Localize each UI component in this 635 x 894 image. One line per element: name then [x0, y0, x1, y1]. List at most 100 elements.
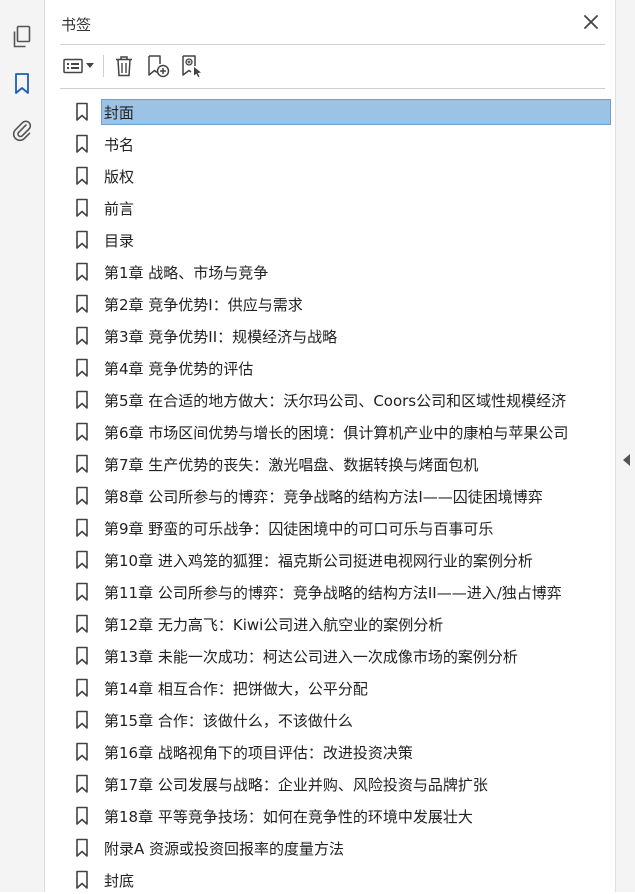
bookmark-item-icon: [71, 581, 93, 603]
bookmark-item-icon: [71, 325, 93, 347]
bookmark-item-icon: [71, 517, 93, 539]
bookmark-item-icon: [71, 389, 93, 411]
bookmark-item-icon: [71, 101, 93, 123]
new-bookmark-button[interactable]: [145, 52, 171, 80]
bookmark-item[interactable]: 书名: [71, 130, 611, 158]
bookmark-item[interactable]: 目录: [71, 226, 611, 254]
chevron-left-icon: [622, 454, 630, 466]
bookmark-item[interactable]: 第13章 未能一次成功：柯达公司进入一次成像市场的案例分析: [71, 642, 611, 670]
bookmark-item[interactable]: 第8章 公司所参与的博弈：竞争战略的结构方法I——囚徒困境博弈: [71, 482, 611, 510]
close-icon: [584, 15, 598, 29]
chevron-down-icon: [85, 63, 94, 68]
bookmark-item-icon: [71, 421, 93, 443]
bookmark-item-icon: [71, 261, 93, 283]
bookmark-item-label: 封底: [104, 872, 135, 890]
bookmark-item-label: 第12章 无力高飞：Kiwi公司进入航空业的案例分析: [104, 616, 444, 634]
bookmarks-panel-button[interactable]: [9, 71, 35, 97]
bookmark-item-icon: [71, 613, 93, 635]
bookmark-item-icon: [71, 773, 93, 795]
bookmark-item-label: 第8章 公司所参与的博弈：竞争战略的结构方法I——囚徒困境博弈: [104, 488, 543, 506]
bookmark-item[interactable]: 封底: [71, 866, 611, 894]
bookmark-item-label: 第7章 生产优势的丧失：激光唱盘、数据转换与烤面包机: [104, 456, 479, 474]
bookmark-item-label: 第6章 市场区间优势与增长的困境：俱计算机产业中的康柏与苹果公司: [104, 424, 569, 442]
bookmark-item[interactable]: 第4章 竞争优势的评估: [71, 354, 611, 382]
bookmark-item-icon: [71, 549, 93, 571]
bookmark-item-label: 版权: [104, 168, 135, 186]
bookmarks-toolbar: [59, 52, 599, 80]
panel-title: 书签: [61, 16, 92, 34]
bookmark-item[interactable]: 第9章 野蛮的可乐战争：囚徒困境中的可口可乐与百事可乐: [71, 514, 611, 542]
bookmark-item[interactable]: 第17章 公司发展与战略：企业并购、风险投资与品牌扩张: [71, 770, 611, 798]
bookmark-item[interactable]: 第3章 竞争优势II：规模经济与战略: [71, 322, 611, 350]
bookmark-item-label: 目录: [104, 232, 135, 250]
bookmark-item-label: 第4章 竞争优势的评估: [104, 360, 254, 378]
bookmark-item-label: 第11章 公司所参与的博弈：竞争战略的结构方法II——进入/独占博弈: [104, 584, 562, 602]
bookmark-item-label: 第3章 竞争优势II：规模经济与战略: [104, 328, 338, 346]
bookmark-item-label: 第13章 未能一次成功：柯达公司进入一次成像市场的案例分析: [104, 648, 518, 666]
bookmark-item-icon: [71, 229, 93, 251]
bookmark-item-icon: [71, 645, 93, 667]
bookmark-item[interactable]: 附录A 资源或投资回报率的度量方法: [71, 834, 611, 862]
bookmark-item-label: 第1章 战略、市场与竞争: [104, 264, 269, 282]
toolbar-divider: [60, 88, 605, 89]
bookmark-item-icon: [71, 293, 93, 315]
bookmark-structure-icon: [182, 55, 201, 77]
bookmark-item-label: 前言: [104, 200, 135, 218]
bookmark-item[interactable]: 版权: [71, 162, 611, 190]
bookmark-item-label: 书名: [104, 136, 135, 154]
collapse-panel-handle[interactable]: [620, 452, 632, 468]
bookmark-item[interactable]: 第5章 在合适的地方做大：沃尔玛公司、Coors公司和区域性规模经济: [71, 386, 611, 414]
bookmark-item-icon: [71, 133, 93, 155]
bookmark-item-label: 第9章 野蛮的可乐战争：囚徒困境中的可口可乐与百事可乐: [104, 520, 494, 538]
bookmark-item[interactable]: 第2章 竞争优势I：供应与需求: [71, 290, 611, 318]
bookmark-item-icon: [71, 709, 93, 731]
bookmark-item-label: 第16章 战略视角下的项目评估：改进投资决策: [104, 744, 413, 762]
bookmark-item-label: 第14章 相互合作：把饼做大，公平分配: [104, 680, 368, 698]
bookmark-item-icon: [71, 837, 93, 859]
bookmark-item-icon: [71, 357, 93, 379]
bookmark-item-icon: [71, 453, 93, 475]
attachments-panel-button[interactable]: [9, 117, 35, 143]
bookmark-item-icon: [71, 165, 93, 187]
list-options-icon: [62, 58, 83, 74]
bookmark-item-label: 第10章 进入鸡笼的狐狸：福克斯公司挺进电视网行业的案例分析: [104, 552, 533, 570]
bookmark-item[interactable]: 第11章 公司所参与的博弈：竞争战略的结构方法II——进入/独占博弈: [71, 578, 611, 606]
bookmark-icon: [15, 73, 29, 94]
bookmark-item-label: 第18章 平等竞争技场：如何在竞争性的环境中发展壮大: [104, 808, 473, 826]
bookmark-item[interactable]: 第15章 合作：该做什么，不该做什么: [71, 706, 611, 734]
bookmark-item-icon: [71, 741, 93, 763]
bookmark-item-icon: [71, 485, 93, 507]
bookmark-item[interactable]: 第7章 生产优势的丧失：激光唱盘、数据转换与烤面包机: [71, 450, 611, 478]
bookmark-item-icon: [71, 197, 93, 219]
bookmark-item-label: 第15章 合作：该做什么，不该做什么: [104, 712, 353, 730]
bookmark-item-label: 附录A 资源或投资回报率的度量方法: [104, 840, 345, 858]
bookmark-item-icon: [71, 869, 93, 891]
bookmark-item[interactable]: 第16章 战略视角下的项目评估：改进投资决策: [71, 738, 611, 766]
options-menu-button[interactable]: [59, 52, 97, 80]
bookmark-item[interactable]: 第14章 相互合作：把饼做大，公平分配: [71, 674, 611, 702]
bookmark-item[interactable]: 封面: [71, 98, 611, 126]
attachment-icon: [12, 120, 32, 142]
navigation-rail: [0, 0, 45, 892]
bookmark-item[interactable]: 第18章 平等竞争技场：如何在竞争性的环境中发展壮大: [71, 802, 611, 830]
bookmark-item[interactable]: 前言: [71, 194, 611, 222]
new-bookmark-from-structure-button[interactable]: [179, 52, 205, 80]
bookmark-item-label: 第17章 公司发展与战略：企业并购、风险投资与品牌扩张: [104, 776, 488, 794]
delete-bookmark-button[interactable]: [111, 52, 137, 80]
bookmark-item-label: 第2章 竞争优势I：供应与需求: [104, 296, 303, 314]
bookmark-item[interactable]: 第1章 战略、市场与竞争: [71, 258, 611, 286]
bookmark-item[interactable]: 第6章 市场区间优势与增长的困境：俱计算机产业中的康柏与苹果公司: [71, 418, 611, 446]
close-panel-button[interactable]: [581, 12, 601, 32]
trash-icon: [116, 56, 132, 77]
header-divider: [60, 44, 605, 45]
bookmark-item[interactable]: 第10章 进入鸡笼的狐狸：福克斯公司挺进电视网行业的案例分析: [71, 546, 611, 574]
bookmark-item-icon: [71, 677, 93, 699]
bookmark-item-label: 封面: [100, 99, 611, 125]
bookmark-item[interactable]: 第12章 无力高飞：Kiwi公司进入航空业的案例分析: [71, 610, 611, 638]
add-bookmark-icon: [148, 55, 170, 78]
pages-panel-button[interactable]: [9, 24, 35, 50]
bookmark-item-label: 第5章 在合适的地方做大：沃尔玛公司、Coors公司和区域性规模经济: [104, 392, 567, 410]
pages-icon: [13, 25, 31, 48]
bookmark-item-icon: [71, 805, 93, 827]
toolbar-separator: [103, 55, 104, 77]
